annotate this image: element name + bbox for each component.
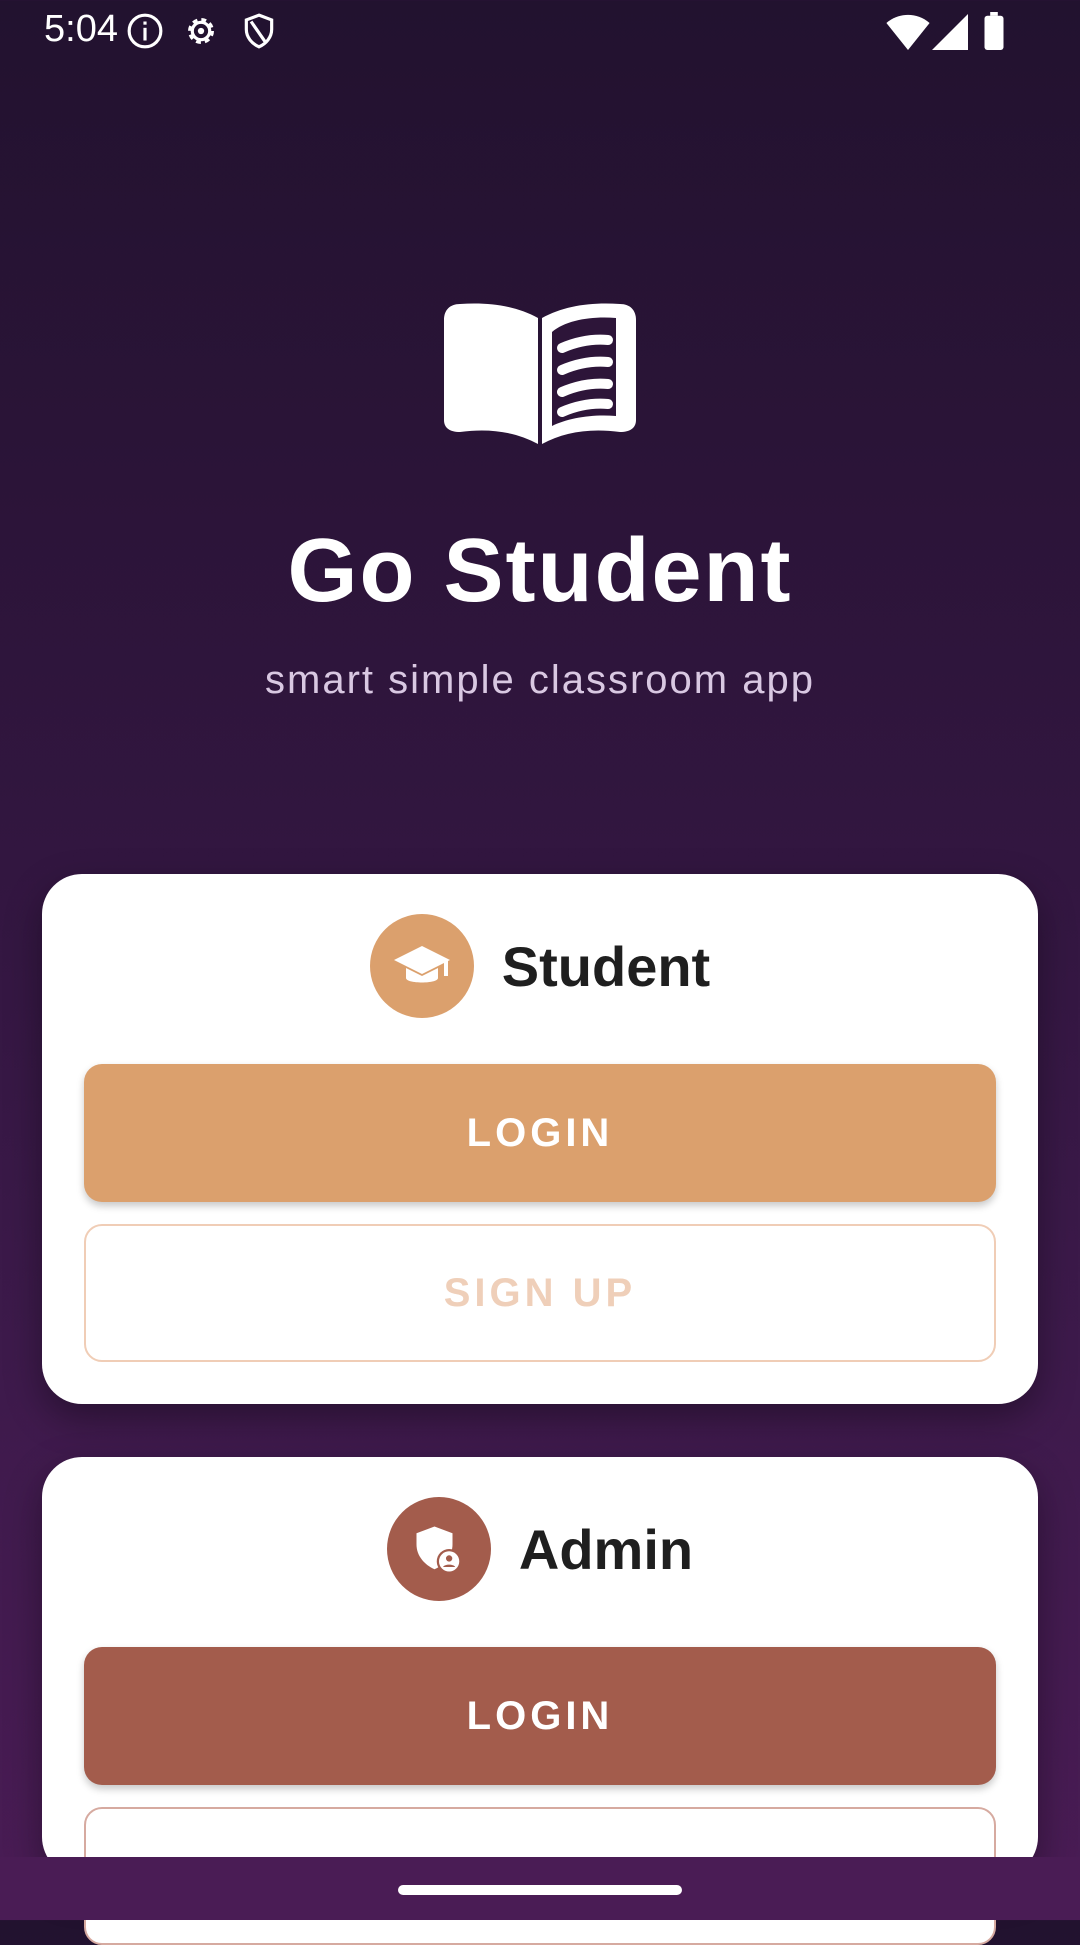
wifi-icon	[886, 14, 930, 50]
gear-icon	[188, 18, 214, 44]
admin-card-header: Admin	[42, 1497, 1038, 1601]
battery-icon	[984, 12, 1004, 50]
status-time: 5:04	[44, 8, 118, 50]
student-card: Student LOGIN SIGN UP	[42, 874, 1038, 1404]
admin-login-button[interactable]: LOGIN	[84, 1647, 996, 1785]
app-subtitle: smart simple classroom app	[265, 658, 815, 702]
status-bar: 5:04	[0, 0, 1080, 64]
navigation-bar	[0, 1857, 1080, 1920]
student-label: Student	[501, 934, 711, 998]
student-signup-button[interactable]: SIGN UP	[84, 1224, 996, 1362]
app-title: Go Student	[287, 521, 793, 621]
open-book-icon	[444, 303, 636, 444]
admin-shield-icon	[386, 1497, 491, 1601]
student-card-header: Student	[42, 914, 1038, 1018]
home-gesture-handle[interactable]	[398, 1885, 682, 1895]
admin-card: Admin LOGIN	[42, 1457, 1038, 1945]
signal-icon	[932, 14, 968, 50]
shield-icon	[244, 13, 274, 49]
info-icon	[127, 13, 163, 49]
admin-label: Admin	[518, 1517, 694, 1581]
graduation-cap-icon	[369, 914, 474, 1018]
student-login-button[interactable]: LOGIN	[84, 1064, 996, 1202]
